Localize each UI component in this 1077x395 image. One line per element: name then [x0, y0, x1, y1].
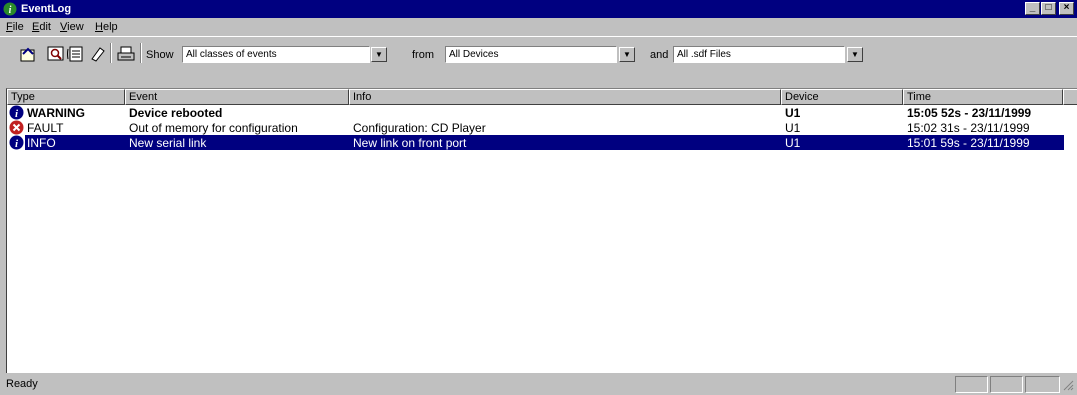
- menu-help-label: elp: [102, 21, 118, 33]
- row-event: Out of memory for configuration: [129, 121, 298, 135]
- fault-icon: [9, 120, 24, 135]
- row-device: U1: [785, 121, 801, 135]
- row-info: Configuration: CD Player: [353, 121, 486, 135]
- column-header-info[interactable]: Info: [349, 89, 781, 105]
- close-button[interactable]: ×: [1059, 2, 1074, 15]
- status-bar: Ready: [0, 373, 1077, 395]
- menu-help-mnemonic: H: [95, 21, 103, 33]
- row-event: Device rebooted: [129, 106, 223, 120]
- title-bar[interactable]: i EventLog _ □ ×: [0, 0, 1077, 18]
- and-label: and: [650, 49, 669, 61]
- file-dropdown-icon[interactable]: ▼: [847, 47, 863, 62]
- menu-view[interactable]: View: [60, 21, 84, 33]
- app-icon: i: [3, 2, 17, 16]
- menu-file[interactable]: File: [6, 21, 24, 33]
- row-type: WARNING: [27, 106, 85, 120]
- status-panel: [990, 376, 1023, 393]
- row-device: U1: [785, 136, 801, 150]
- info-icon: i: [9, 105, 24, 120]
- row-type: FAULT: [27, 121, 64, 135]
- status-text: Ready: [6, 378, 38, 390]
- row-type: INFO: [27, 136, 56, 150]
- toolbar-separator: [140, 43, 142, 63]
- menu-bar: File Edit View Help: [0, 18, 1077, 36]
- row-time: 15:01 59s - 23/11/1999: [907, 136, 1030, 150]
- show-label: Show: [146, 49, 174, 61]
- info-icon: i: [9, 135, 24, 150]
- row-time: 15:05 52s - 23/11/1999: [907, 106, 1032, 120]
- event-list[interactable]: Type Event Info Device Time i WARNING De…: [6, 88, 1077, 373]
- column-header-device[interactable]: Device: [781, 89, 903, 105]
- menu-edit-label: dit: [39, 21, 51, 33]
- column-header-event[interactable]: Event: [125, 89, 349, 105]
- device-dropdown-icon[interactable]: ▼: [619, 47, 635, 62]
- device-select[interactable]: All Devices: [445, 46, 617, 63]
- column-header-type[interactable]: Type: [7, 89, 125, 105]
- table-row[interactable]: i WARNING Device rebooted U1 15:05 52s -…: [7, 105, 1077, 120]
- minimize-button[interactable]: _: [1025, 2, 1040, 15]
- menu-help[interactable]: Help: [95, 21, 118, 33]
- table-row-selected[interactable]: INFO New serial link New link on front p…: [25, 135, 1064, 150]
- row-info: New link on front port: [353, 136, 467, 150]
- menu-file-label: ile: [12, 21, 24, 33]
- row-time: 15:02 31s - 23/11/1999: [907, 121, 1030, 135]
- toolbar-separator: [110, 43, 112, 63]
- column-header-filler: [1063, 89, 1077, 105]
- column-header-row: Type Event Info Device Time: [7, 89, 1077, 105]
- clear-icon[interactable]: [67, 45, 87, 63]
- find-icon[interactable]: [46, 45, 66, 63]
- table-row[interactable]: FAULT Out of memory for configuration Co…: [7, 120, 1077, 135]
- from-label: from: [412, 49, 434, 61]
- eventlog-window: i EventLog _ □ × File Edit View Help Sho…: [0, 0, 1077, 395]
- file-select[interactable]: All .sdf Files: [673, 46, 845, 63]
- resize-grip-icon[interactable]: [1062, 379, 1074, 391]
- maximize-button[interactable]: □: [1041, 2, 1056, 15]
- open-icon[interactable]: [18, 45, 38, 63]
- svg-text:i: i: [9, 5, 12, 16]
- menu-file-mnemonic: F: [6, 21, 13, 33]
- status-panel: [955, 376, 988, 393]
- erase-icon[interactable]: [88, 45, 108, 63]
- status-panel: [1025, 376, 1060, 393]
- window-title: EventLog: [21, 3, 72, 15]
- event-class-dropdown-icon[interactable]: ▼: [371, 47, 387, 62]
- event-class-select[interactable]: All classes of events: [182, 46, 370, 63]
- column-header-time[interactable]: Time: [903, 89, 1063, 105]
- row-event: New serial link: [129, 136, 207, 150]
- menu-view-label: iew: [67, 21, 84, 33]
- menu-edit[interactable]: Edit: [32, 21, 51, 33]
- row-device: U1: [785, 106, 801, 120]
- print-icon[interactable]: [116, 45, 136, 63]
